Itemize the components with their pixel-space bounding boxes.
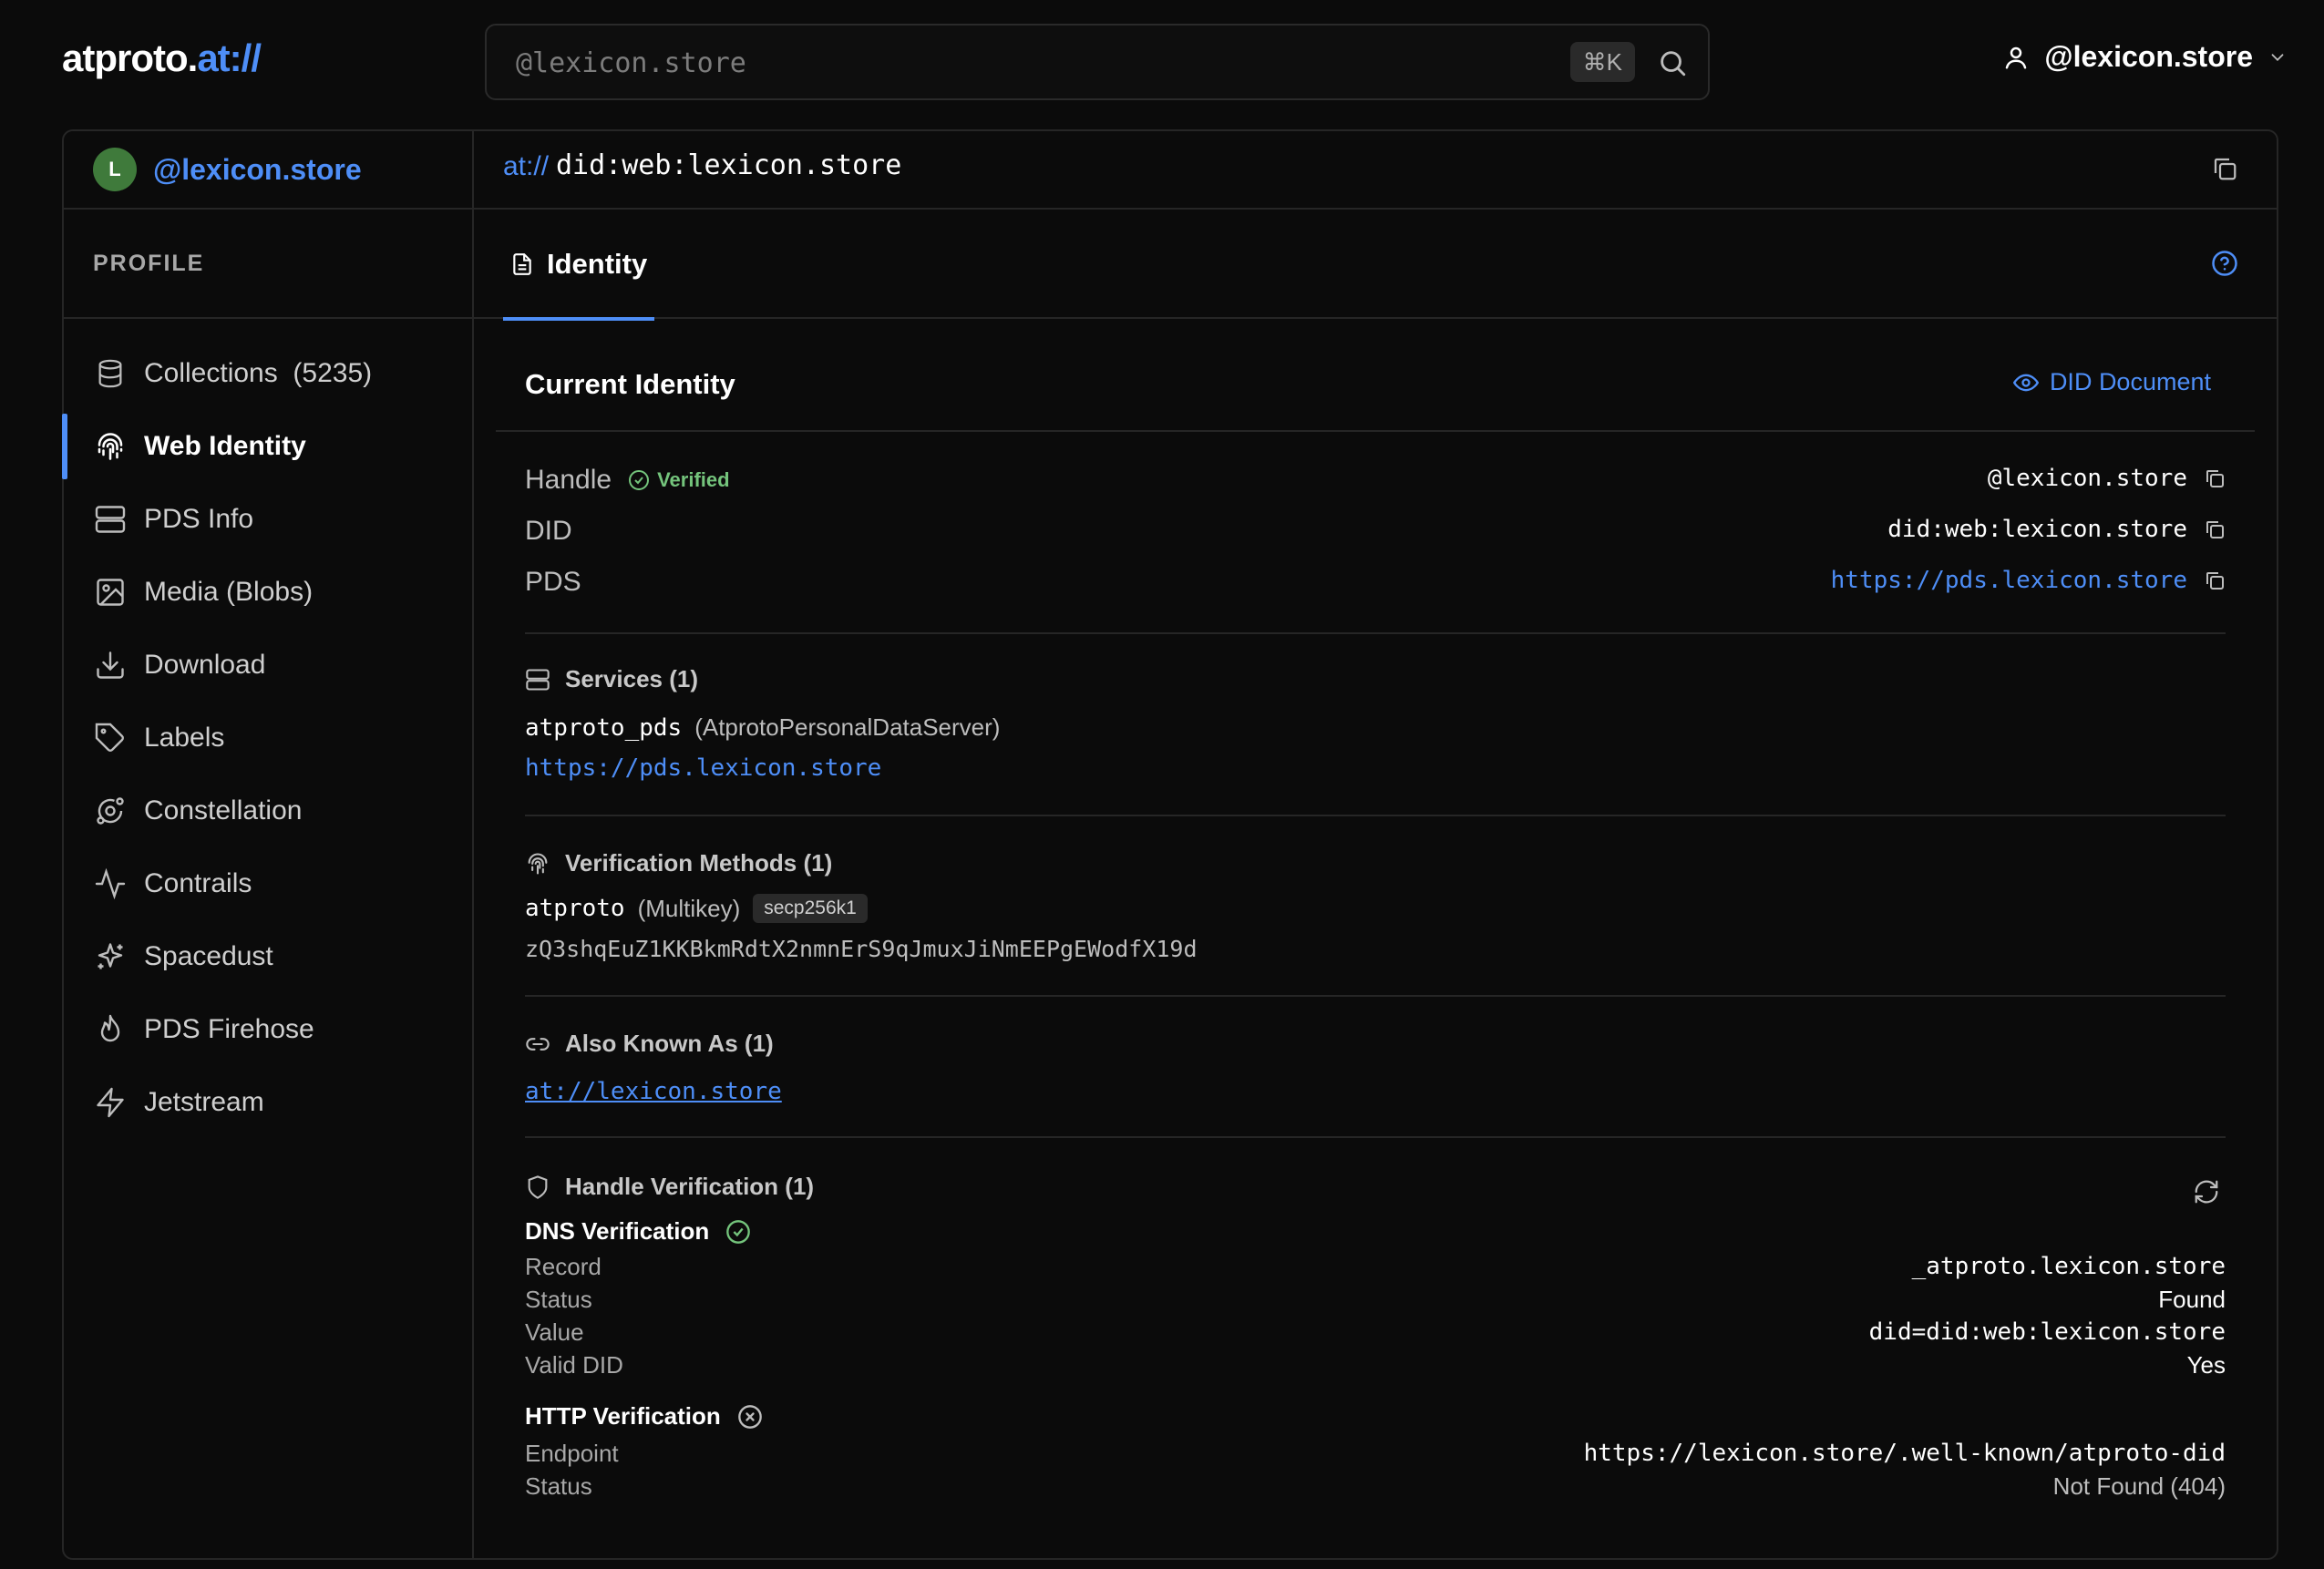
identity-body: Handle Verified @lexicon.store DID did:w… xyxy=(474,432,2277,1505)
sidebar-profile-header[interactable]: L @lexicon.store xyxy=(64,131,472,210)
handle-verification-section: Handle Verification (1) DNS Verification… xyxy=(525,1138,2226,1505)
fingerprint-icon xyxy=(525,851,550,877)
chevron-down-icon xyxy=(2267,47,2288,67)
uri-prefix: at:// xyxy=(503,151,550,181)
file-text-icon xyxy=(510,251,534,278)
tag-icon xyxy=(93,721,128,755)
dns-row: Record _atproto.lexicon.store xyxy=(525,1253,2226,1280)
image-icon xyxy=(93,575,128,610)
verification-methods-section: Verification Methods (1) atproto (Multik… xyxy=(525,816,2226,995)
sidebar-item-download[interactable]: Download xyxy=(64,629,472,702)
download-icon xyxy=(93,648,128,682)
sidebar: L @lexicon.store PROFILE Collections (52… xyxy=(62,131,474,1558)
server-icon xyxy=(525,667,550,692)
public-key: zQ3shqEuZ1KKBkmRdtX2nmnErS9qJmuxJiNmEEPg… xyxy=(525,936,1198,962)
search-icon[interactable] xyxy=(1657,47,1688,78)
check-circle-icon xyxy=(725,1219,751,1245)
sidebar-item-constellation[interactable]: Constellation xyxy=(64,774,472,847)
did-row: DID did:web:lexicon.store xyxy=(525,507,2226,558)
also-known-as-section: Also Known As (1) at://lexicon.store xyxy=(525,1030,782,1105)
dns-verification-title: DNS Verification xyxy=(525,1217,710,1245)
server-icon xyxy=(93,502,128,537)
method-type: (Multikey) xyxy=(637,894,741,922)
http-verification-title: HTTP Verification xyxy=(525,1402,721,1430)
copy-icon[interactable] xyxy=(2204,569,2226,591)
sidebar-item-jetstream[interactable]: Jetstream xyxy=(64,1066,472,1139)
check-circle-icon xyxy=(628,469,650,491)
sparkles-icon xyxy=(93,939,128,974)
identity-card-header: Current Identity DID Document xyxy=(496,319,2255,432)
sidebar-item-collections[interactable]: Collections (5235) xyxy=(64,337,472,410)
app-logo[interactable]: atproto.at:// xyxy=(62,36,262,80)
user-handle: @lexicon.store xyxy=(2044,40,2253,73)
copy-icon[interactable] xyxy=(2211,155,2238,182)
shield-icon xyxy=(525,1174,550,1200)
sidebar-item-pds-info[interactable]: PDS Info xyxy=(64,483,472,556)
avatar: L xyxy=(93,148,137,191)
main-frame: L @lexicon.store PROFILE Collections (52… xyxy=(62,129,2278,1560)
pds-link[interactable]: https://pds.lexicon.store xyxy=(1831,567,2187,594)
did-document-link[interactable]: DID Document xyxy=(2012,368,2211,396)
search-shortcut-badge: ⌘K xyxy=(1569,42,1635,82)
top-bar: atproto.at:// @lexicon.store ⌘K @lexicon… xyxy=(0,0,2324,128)
tab-bar: Identity xyxy=(474,210,2277,321)
sidebar-item-labels[interactable]: Labels xyxy=(64,702,472,774)
method-id: atproto xyxy=(525,895,625,922)
pds-row: PDS https://pds.lexicon.store xyxy=(525,558,2226,609)
uri-bar: at:// did:web:lexicon.store xyxy=(474,131,2277,210)
dns-row: Value did=did:web:lexicon.store xyxy=(525,1318,2226,1346)
activity-icon xyxy=(93,867,128,901)
zap-icon xyxy=(93,1085,128,1120)
dns-row: Valid DID Yes xyxy=(525,1351,2226,1379)
sidebar-item-pds-firehose[interactable]: PDS Firehose xyxy=(64,993,472,1066)
database-icon xyxy=(93,356,128,391)
http-rows: Endpoint https://lexicon.store/.well-know… xyxy=(525,1440,2226,1505)
link-icon xyxy=(525,1031,550,1057)
sidebar-item-media[interactable]: Media (Blobs) xyxy=(64,556,472,629)
refresh-icon[interactable] xyxy=(2193,1178,2220,1205)
search-input[interactable]: @lexicon.store ⌘K xyxy=(485,24,1710,100)
help-icon[interactable] xyxy=(2211,250,2238,277)
curve-badge: secp256k1 xyxy=(753,894,868,923)
dns-rows: Record _atproto.lexicon.store Status Found… xyxy=(525,1253,2226,1384)
fingerprint-icon xyxy=(93,429,128,464)
main-panel: at:// did:web:lexicon.store Identity Cur… xyxy=(474,131,2277,1558)
sidebar-handle[interactable]: @lexicon.store xyxy=(153,153,362,187)
card-title: Current Identity xyxy=(525,368,735,400)
user-menu[interactable]: @lexicon.store xyxy=(2002,40,2288,74)
sidebar-item-web-identity[interactable]: Web Identity xyxy=(62,410,472,483)
aka-link[interactable]: at://lexicon.store xyxy=(525,1078,782,1105)
service-endpoint-link[interactable]: https://pds.lexicon.store xyxy=(525,754,881,782)
flame-icon xyxy=(93,1012,128,1047)
copy-icon[interactable] xyxy=(2204,467,2226,489)
service-id: atproto_pds xyxy=(525,713,683,742)
sidebar-section-label: PROFILE xyxy=(64,210,472,319)
verified-badge: Verified xyxy=(628,468,730,492)
tab-identity[interactable]: Identity xyxy=(503,210,655,321)
eye-icon xyxy=(2012,370,2039,395)
service-type: (AtprotoPersonalDataServer) xyxy=(694,713,1001,741)
x-circle-icon xyxy=(737,1404,763,1430)
uri-did: did:web:lexicon.store xyxy=(556,149,902,181)
user-icon xyxy=(2002,44,2030,71)
search-placeholder: @lexicon.store xyxy=(516,47,746,79)
sidebar-item-spacedust[interactable]: Spacedust xyxy=(64,920,472,993)
copy-icon[interactable] xyxy=(2204,518,2226,540)
handle-row: Handle Verified @lexicon.store xyxy=(525,456,2226,507)
dns-row: Status Found xyxy=(525,1286,2226,1313)
sidebar-item-contrails[interactable]: Contrails xyxy=(64,847,472,920)
orbit-icon xyxy=(93,794,128,828)
http-row: Status Not Found (404) xyxy=(525,1472,2226,1500)
http-row: Endpoint https://lexicon.store/.well-know… xyxy=(525,1440,2226,1467)
services-section: Services (1) atproto_pds (AtprotoPersona… xyxy=(525,665,1001,782)
sidebar-nav: Collections (5235) Web Identity PDS Info… xyxy=(62,319,472,1139)
